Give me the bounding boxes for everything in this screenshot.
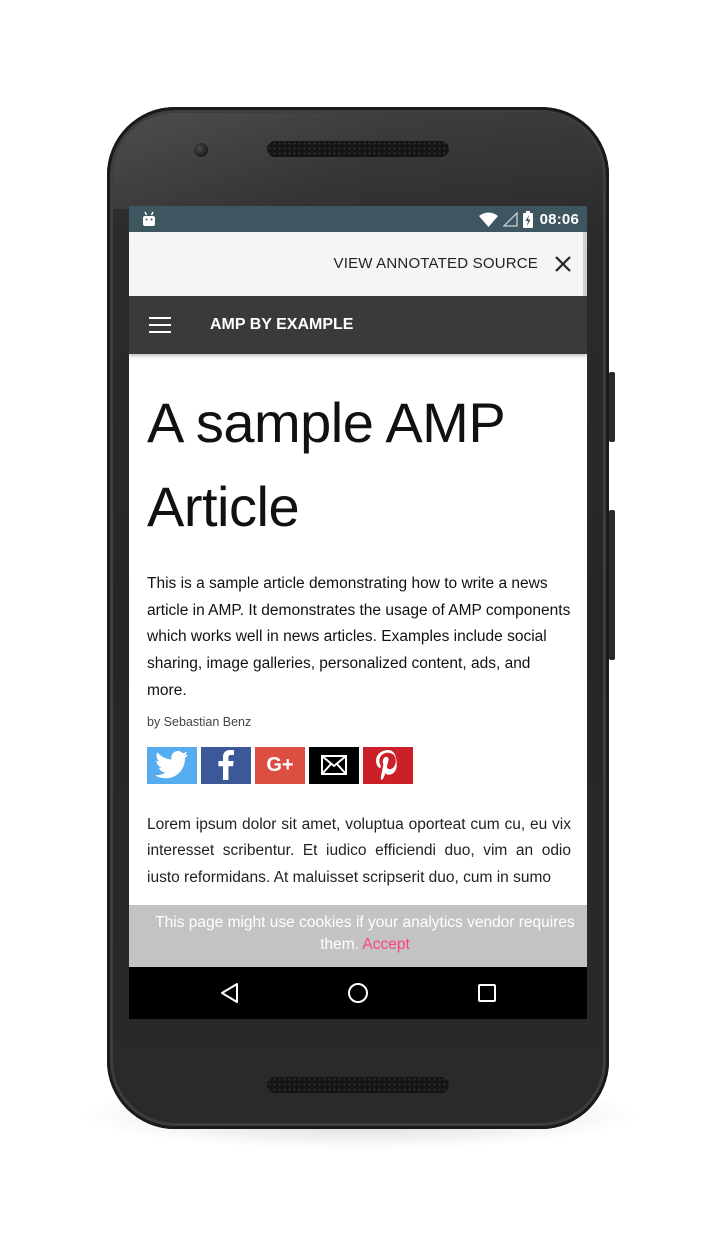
cookie-accept-button[interactable]: Accept	[362, 936, 409, 953]
power-button	[609, 372, 615, 442]
share-facebook-button[interactable]	[201, 746, 251, 784]
app-header: AMP BY EXAMPLE	[129, 296, 587, 354]
share-google-plus-button[interactable]: G+	[255, 746, 305, 784]
site-title[interactable]: AMP BY EXAMPLE	[210, 296, 353, 354]
close-icon[interactable]	[553, 254, 573, 274]
social-share-bar: G+	[147, 746, 571, 784]
status-bar: 08:06	[129, 206, 587, 232]
facebook-icon	[218, 750, 234, 781]
article-body: Lorem ipsum dolor sit amet, voluptua opo…	[147, 815, 571, 886]
share-pinterest-button[interactable]	[363, 746, 413, 784]
back-icon[interactable]	[218, 981, 242, 1005]
system-navigation-bar	[129, 967, 587, 1019]
article-byline: by Sebastian Benz	[147, 714, 252, 729]
top-speaker-grille	[267, 141, 449, 157]
google-plus-icon: G+	[266, 753, 294, 776]
cookie-consent-banner: This page might use cookies if your anal…	[129, 905, 587, 967]
bottom-speaker-grille	[267, 1077, 449, 1093]
twitter-icon	[155, 751, 188, 779]
email-icon	[321, 755, 347, 776]
article-content: A sample AMP Article This is a sample ar…	[147, 354, 571, 892]
article-title: A sample AMP Article	[147, 391, 505, 538]
annotated-source-bar: VIEW ANNOTATED SOURCE	[129, 232, 587, 296]
view-annotated-source-link[interactable]: VIEW ANNOTATED SOURCE	[334, 232, 539, 296]
article-lead: This is a sample article demonstrating h…	[147, 575, 571, 699]
battery-charging-icon	[522, 210, 533, 228]
front-camera	[194, 143, 208, 157]
recents-icon[interactable]	[475, 981, 499, 1005]
android-debug-icon	[143, 211, 155, 226]
volume-rocker	[609, 510, 615, 660]
wifi-icon	[478, 212, 498, 227]
share-twitter-button[interactable]	[147, 746, 197, 784]
pinterest-icon	[376, 750, 397, 780]
status-time: 08:06	[539, 210, 579, 228]
device-screen: 08:06 VIEW ANNOTATED SOURCE AMP BY EXAMP…	[129, 206, 587, 1019]
home-icon[interactable]	[346, 981, 370, 1005]
share-email-button[interactable]	[309, 746, 359, 784]
cell-signal-icon	[502, 211, 518, 227]
hamburger-menu-icon[interactable]	[149, 317, 171, 333]
